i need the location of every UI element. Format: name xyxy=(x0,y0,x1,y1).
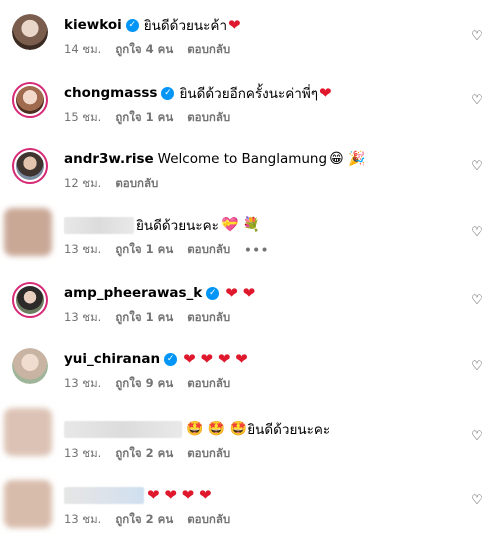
avatar[interactable] xyxy=(12,348,48,384)
comment-text: ยินดีด้วยนะคะ xyxy=(136,218,219,234)
hidden-username xyxy=(64,420,182,438)
comment-time[interactable]: 13 ชม. xyxy=(64,241,101,259)
reply-button[interactable]: ตอบกลับ xyxy=(187,109,230,127)
comment-time[interactable]: 13 ชม. xyxy=(64,445,101,463)
comment-likes[interactable]: ถูกใจ 4 คน xyxy=(115,41,173,59)
comment-time[interactable]: 13 ชม. xyxy=(64,309,101,327)
comment-likes[interactable]: ถูกใจ 2 คน xyxy=(115,511,173,529)
avatar[interactable] xyxy=(12,14,48,50)
comments-list: kiewkoi ✓ ยินดีด้วยนะค้า ❤ 14 ชม. ถูกใจ … xyxy=(0,0,494,534)
comment-time[interactable]: 14 ชม. xyxy=(64,41,101,59)
heart-outline-icon[interactable]: ♡ xyxy=(470,360,484,374)
heart-outline-icon[interactable]: ♡ xyxy=(470,30,484,44)
comment-emoji: 💝 💐 xyxy=(220,217,261,233)
heart-outline-icon[interactable]: ♡ xyxy=(470,94,484,108)
hidden-username xyxy=(64,486,144,504)
reply-button[interactable]: ตอบกลับ xyxy=(187,309,230,327)
heart-outline-icon[interactable]: ♡ xyxy=(470,160,484,174)
comment-time[interactable]: 15 ชม. xyxy=(64,109,101,127)
avatar[interactable] xyxy=(12,148,48,184)
reply-button[interactable]: ตอบกลับ xyxy=(187,375,230,393)
verified-badge-icon: ✓ xyxy=(125,18,139,32)
comment-emoji: ❤ ❤ ❤ ❤ xyxy=(147,486,212,504)
comment-emoji: ❤ xyxy=(228,16,241,34)
comment-time[interactable]: 13 ชม. xyxy=(64,375,101,393)
heart-outline-icon[interactable]: ♡ xyxy=(470,226,484,240)
comment-username[interactable]: kiewkoi xyxy=(64,17,122,33)
avatar[interactable] xyxy=(12,82,48,118)
comment-emoji: 🤩 🤩 🤩 xyxy=(186,421,248,437)
comment-username[interactable]: amp_pheerawas_k xyxy=(64,285,202,301)
comment-emoji: 😁 🎉 xyxy=(329,151,366,167)
comment-likes[interactable]: ถูกใจ 1 คน xyxy=(115,309,173,327)
comment-text: ยินดีด้วยนะคะ xyxy=(247,422,331,438)
comment-time[interactable]: 13 ชม. xyxy=(64,511,101,529)
comment-text: ยินดีด้วยอีกครั้งนะค่าพี่ๆ xyxy=(179,86,319,102)
comment-username[interactable]: chongmasss xyxy=(64,85,157,101)
heart-outline-icon[interactable]: ♡ xyxy=(470,494,484,508)
comment-time[interactable]: 12 ชม. xyxy=(64,175,101,193)
heart-outline-icon[interactable]: ♡ xyxy=(470,294,484,308)
comment-emoji: ❤ ❤ ❤ ❤ xyxy=(183,350,248,368)
heart-outline-icon[interactable]: ♡ xyxy=(470,430,484,444)
reply-button[interactable]: ตอบกลับ xyxy=(115,175,158,193)
comment-username[interactable]: andr3w.rise xyxy=(64,151,154,167)
reply-button[interactable]: ตอบกลับ xyxy=(187,511,230,529)
comment-emoji: ❤ xyxy=(319,84,332,102)
comment-likes[interactable]: ถูกใจ 2 คน xyxy=(115,445,173,463)
reply-button[interactable]: ตอบกลับ xyxy=(187,41,230,59)
comment-emoji: ❤ ❤ xyxy=(225,284,256,302)
reply-button[interactable]: ตอบกลับ xyxy=(187,445,230,463)
comment-text: Welcome to Banglamung xyxy=(157,151,328,167)
verified-badge-icon: ✓ xyxy=(206,286,220,300)
verified-badge-icon: ✓ xyxy=(161,86,175,100)
reply-button[interactable]: ตอบกลับ xyxy=(187,241,230,259)
avatar[interactable] xyxy=(4,408,52,456)
comment-text: ยินดีด้วยนะค้า xyxy=(143,18,228,34)
avatar[interactable] xyxy=(4,208,52,256)
comment-username[interactable]: yui_chiranan xyxy=(64,351,160,367)
verified-badge-icon: ✓ xyxy=(164,352,178,366)
comment-likes[interactable]: ถูกใจ 1 คน xyxy=(115,109,173,127)
comment-likes[interactable]: ถูกใจ 1 คน xyxy=(115,241,173,259)
avatar[interactable] xyxy=(4,480,52,528)
avatar[interactable] xyxy=(12,282,48,318)
more-options-icon[interactable]: ••• xyxy=(244,243,269,257)
comment-likes[interactable]: ถูกใจ 9 คน xyxy=(115,375,173,393)
hidden-username xyxy=(64,216,134,234)
